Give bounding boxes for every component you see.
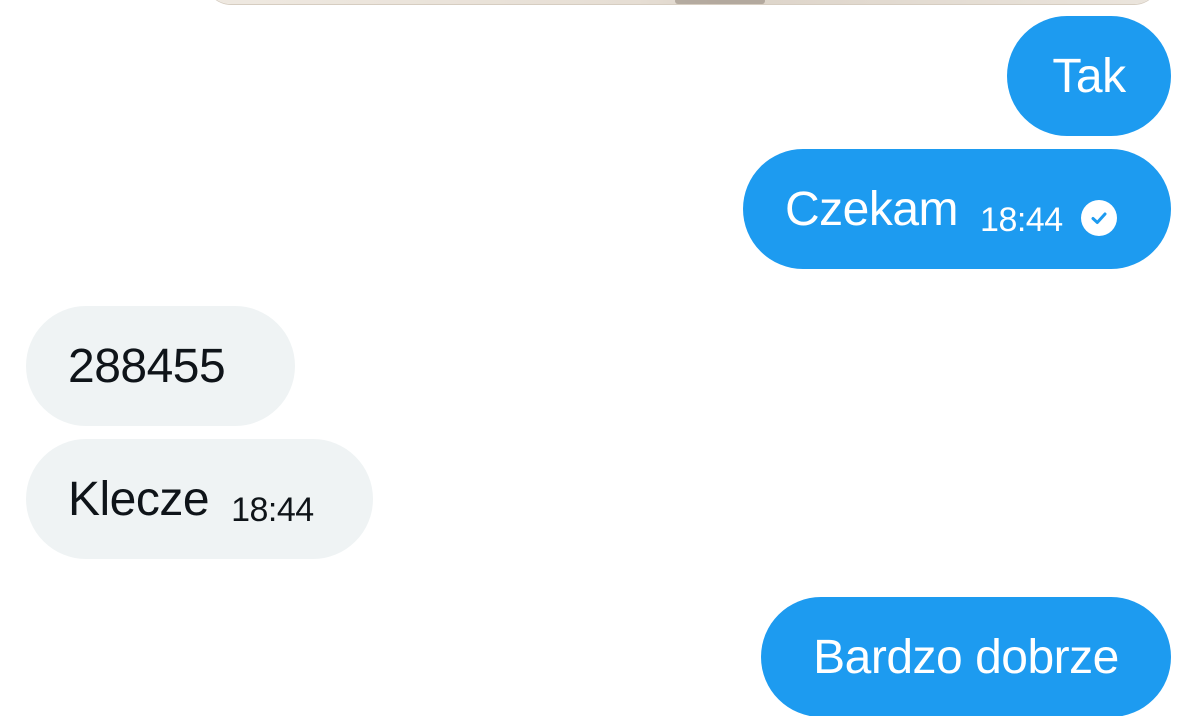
sent-check-icon bbox=[1080, 200, 1117, 236]
message-bubble-outgoing[interactable]: Tak bbox=[1007, 16, 1171, 136]
message-bubble-incoming[interactable]: Klecze 18:44 bbox=[26, 439, 373, 559]
message-text: 288455 bbox=[68, 339, 226, 393]
message-bubble-outgoing[interactable]: Bardzo dobrze bbox=[761, 597, 1171, 716]
message-text: Bardzo dobrze bbox=[813, 630, 1119, 684]
media-preview-image[interactable] bbox=[205, 0, 1160, 4]
message-bubble-incoming[interactable]: 288455 bbox=[26, 306, 295, 426]
message-text: Tak bbox=[1052, 49, 1126, 103]
media-preview-detail bbox=[675, 0, 765, 4]
message-text: Czekam bbox=[785, 182, 959, 236]
message-timestamp: 18:44 bbox=[980, 200, 1063, 239]
message-text: Klecze bbox=[68, 472, 210, 526]
message-timestamp: 18:44 bbox=[231, 490, 314, 529]
message-bubble-outgoing[interactable]: Czekam 18:44 bbox=[743, 149, 1171, 269]
chat-conversation: Tak Czekam 18:44 288455 Klecze 18:44 Bar… bbox=[0, 0, 1199, 716]
